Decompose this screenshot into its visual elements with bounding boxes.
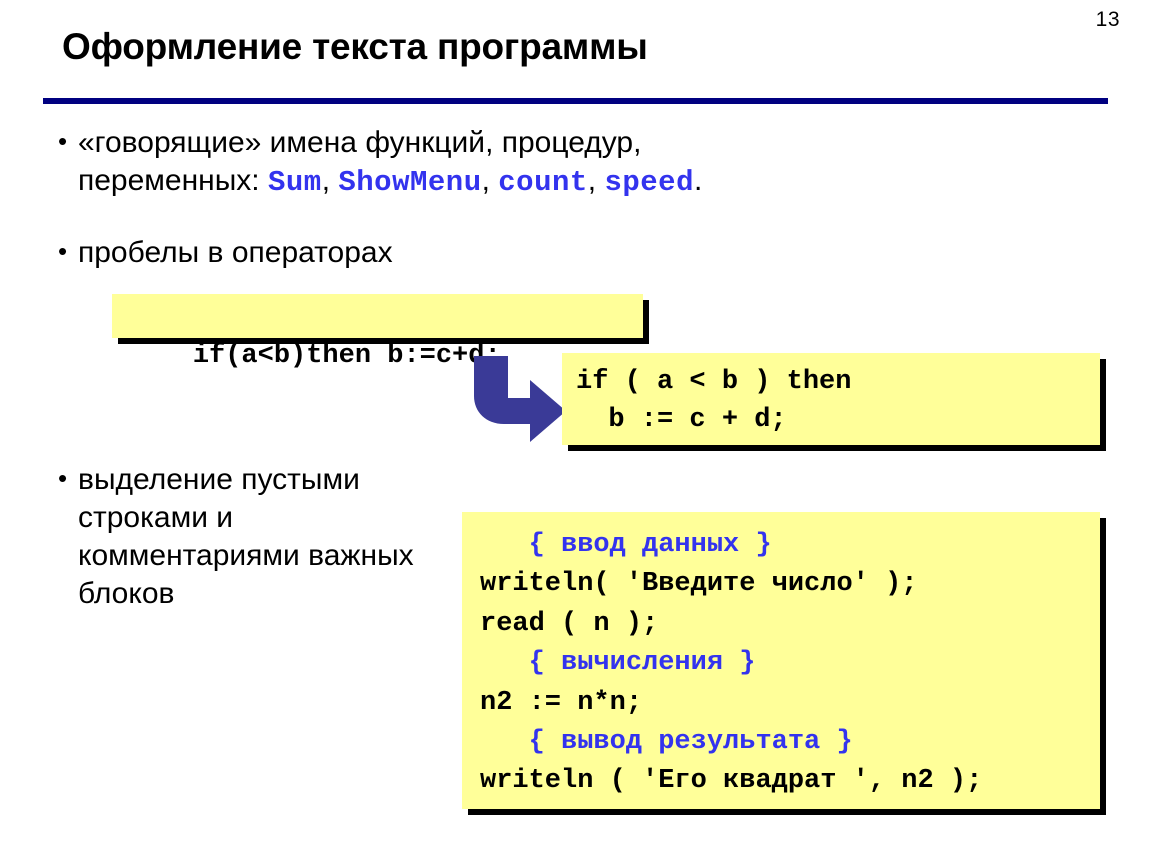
slide-canvas: 13 Оформление текста программы • «говоря… <box>0 0 1150 864</box>
code-line-1: if ( a < b ) then <box>576 367 852 397</box>
code-line-read: read ( n ); <box>480 608 659 639</box>
sep-3: , <box>587 164 605 198</box>
sep-1: , <box>321 164 339 198</box>
bullet-item-spaces: • пробелы в операторах <box>58 234 658 272</box>
code-comment-output: { вывод результата } <box>480 727 853 758</box>
bullet-item-spaces-text: пробелы в операторах <box>78 236 393 269</box>
code-name-speed: speed <box>604 166 694 200</box>
code-comment-input: { ввод данных } <box>480 530 772 560</box>
bullet-marker: • <box>58 126 68 156</box>
bullet-item-naming: • «говорящие» имена функций, процедур, п… <box>58 124 958 202</box>
elbow-arrow-icon <box>474 356 566 442</box>
code-name-count: count <box>498 166 588 200</box>
code-box-bad-spacing: if(a<b)then b:=c+d; <box>112 294 643 371</box>
terminator: . <box>693 164 703 198</box>
code-name-sum: Sum <box>267 166 322 200</box>
code-line-2: b := c + d; <box>576 405 787 436</box>
code-name-showmenu: ShowMenu <box>338 166 482 200</box>
code-line-writeln-prompt: writeln( 'Введите число' ); <box>480 569 918 600</box>
bullet-item-blank-lines-text: выделение пустыми строками и комментария… <box>78 463 414 611</box>
code-line: if(a<b)then b:=c+d; <box>192 341 501 372</box>
bullet-1-line1: «говорящие» имена функций, процедур, <box>78 126 642 159</box>
page-number: 13 <box>1095 8 1120 31</box>
bullet-1-line2-prefix: переменных: <box>78 164 268 198</box>
title-underline-rule <box>43 98 1108 104</box>
code-box-good-spacing: if ( a < b ) then b := c + d; <box>562 353 1100 445</box>
code-box-comment-blocks: { ввод данных } writeln( 'Введите число'… <box>462 512 1100 809</box>
code-line-writeln-result: writeln ( 'Его квадрат ', n2 ); <box>480 766 983 797</box>
bullet-item-naming-text: «говорящие» имена функций, процедур, пер… <box>78 124 958 202</box>
sep-2: , <box>481 164 499 198</box>
page-title: Оформление текста программы <box>62 26 648 67</box>
bullet-marker: • <box>58 463 68 493</box>
bullet-item-blank-lines: • выделение пустыми строками и комментар… <box>58 461 458 613</box>
code-line-assign: n2 := n*n; <box>480 687 643 718</box>
code-comment-calc: { вычисления } <box>480 648 756 679</box>
bullet-marker: • <box>58 236 68 266</box>
